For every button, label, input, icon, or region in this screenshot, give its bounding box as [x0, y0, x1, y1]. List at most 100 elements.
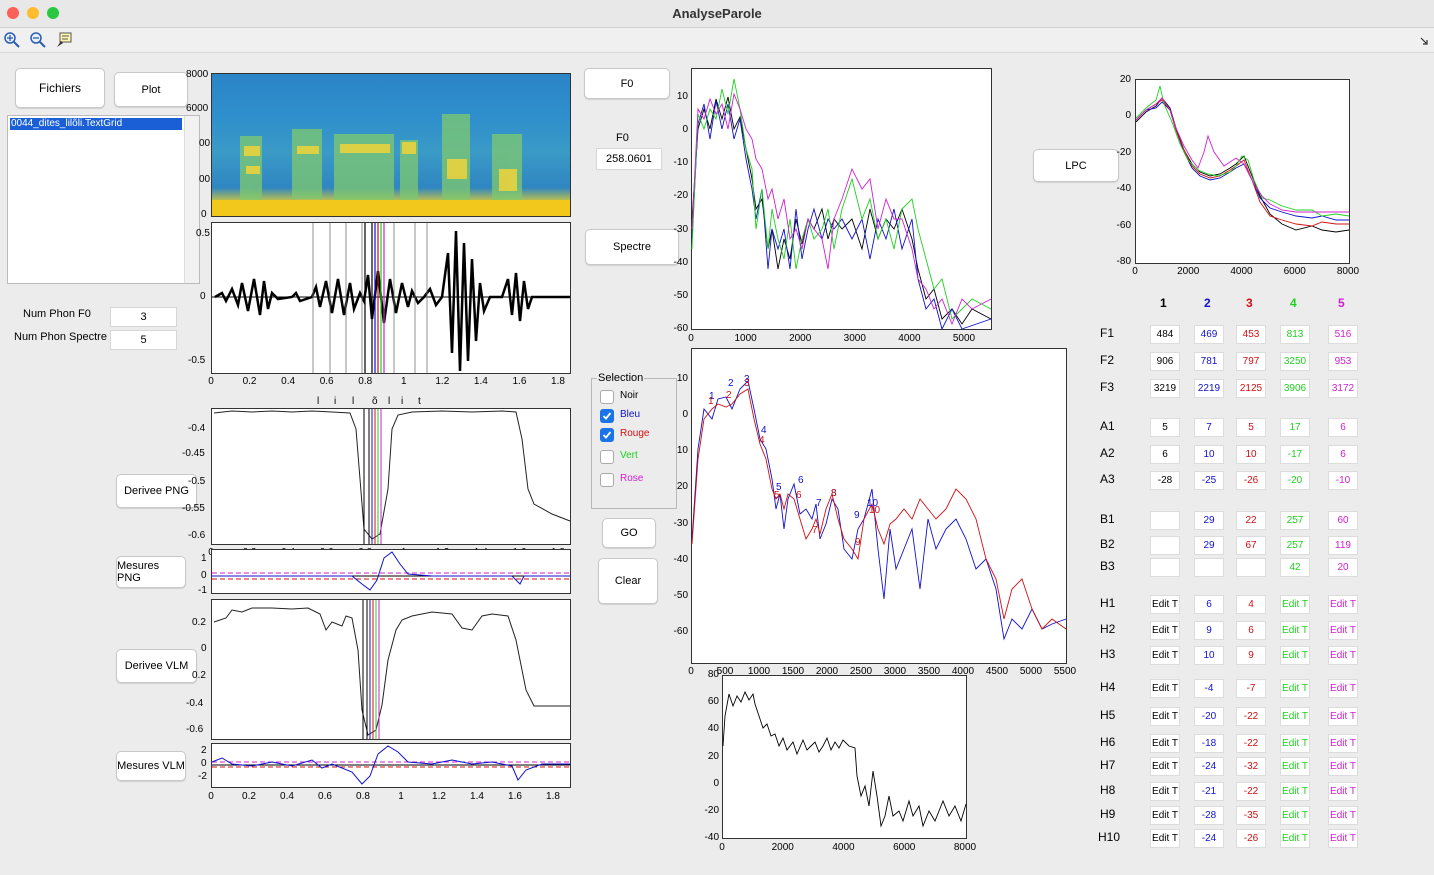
- selection-checkbox-bleu[interactable]: [600, 409, 614, 423]
- table-cell[interactable]: 67: [1236, 536, 1266, 555]
- edit-text-field[interactable]: Edit T: [1150, 757, 1180, 776]
- table-cell[interactable]: -32: [1236, 757, 1266, 776]
- table-cell[interactable]: 10: [1194, 646, 1224, 665]
- table-cell[interactable]: [1194, 558, 1224, 577]
- edit-text-field[interactable]: Edit T: [1150, 829, 1180, 848]
- zoom-out-icon[interactable]: [30, 32, 46, 48]
- table-cell[interactable]: 3172: [1328, 379, 1358, 398]
- table-cell[interactable]: 6: [1328, 445, 1358, 464]
- lpc-button[interactable]: LPC: [1033, 149, 1119, 182]
- table-cell[interactable]: 29: [1194, 511, 1224, 530]
- edit-text-field[interactable]: Edit T: [1150, 707, 1180, 726]
- edit-text-field[interactable]: Edit T: [1280, 782, 1310, 801]
- selection-checkbox-rouge[interactable]: [600, 428, 614, 442]
- edit-text-field[interactable]: Edit T: [1150, 679, 1180, 698]
- table-cell[interactable]: 60: [1328, 511, 1358, 530]
- table-cell[interactable]: 119: [1328, 536, 1358, 555]
- table-cell[interactable]: -24: [1194, 757, 1224, 776]
- edit-text-field[interactable]: Edit T: [1280, 707, 1310, 726]
- table-cell[interactable]: -18: [1194, 734, 1224, 753]
- file-list-scrollbar[interactable]: [184, 116, 199, 283]
- toolbar-expand-icon[interactable]: [1420, 37, 1428, 45]
- table-cell[interactable]: [1150, 536, 1180, 555]
- table-cell[interactable]: -4: [1194, 679, 1224, 698]
- go-button[interactable]: GO: [602, 518, 656, 548]
- table-cell[interactable]: 813: [1280, 325, 1310, 344]
- file-listbox[interactable]: 0044_dites_lilõli.TextGrid: [7, 115, 200, 284]
- derivee-vlm-button[interactable]: Derivee VLM: [116, 649, 197, 683]
- edit-text-field[interactable]: Edit T: [1280, 646, 1310, 665]
- table-cell[interactable]: -10: [1328, 471, 1358, 490]
- num-phon-f0-input[interactable]: 3: [110, 307, 177, 327]
- fichiers-button[interactable]: Fichiers: [15, 68, 105, 108]
- table-cell[interactable]: -22: [1236, 734, 1266, 753]
- table-cell[interactable]: [1150, 558, 1180, 577]
- table-cell[interactable]: 29: [1194, 536, 1224, 555]
- table-cell[interactable]: 7: [1194, 418, 1224, 437]
- table-cell[interactable]: 453: [1236, 325, 1266, 344]
- table-cell[interactable]: -20: [1194, 707, 1224, 726]
- table-cell[interactable]: [1236, 558, 1266, 577]
- edit-text-field[interactable]: Edit T: [1150, 782, 1180, 801]
- spectre-button[interactable]: Spectre: [585, 229, 679, 265]
- table-cell[interactable]: 797: [1236, 352, 1266, 371]
- edit-text-field[interactable]: Edit T: [1328, 757, 1358, 776]
- table-cell[interactable]: 20: [1328, 558, 1358, 577]
- table-cell[interactable]: 469: [1194, 325, 1224, 344]
- table-cell[interactable]: -26: [1236, 829, 1266, 848]
- edit-text-field[interactable]: Edit T: [1328, 707, 1358, 726]
- table-cell[interactable]: -26: [1236, 471, 1266, 490]
- mesures-png-button[interactable]: Mesures PNG: [116, 556, 186, 588]
- table-cell[interactable]: -7: [1236, 679, 1266, 698]
- table-cell[interactable]: [1150, 511, 1180, 530]
- table-cell[interactable]: 10: [1236, 445, 1266, 464]
- edit-text-field[interactable]: Edit T: [1280, 757, 1310, 776]
- table-cell[interactable]: 3219: [1150, 379, 1180, 398]
- table-cell[interactable]: 4: [1236, 595, 1266, 614]
- table-cell[interactable]: 484: [1150, 325, 1180, 344]
- selection-checkbox-rose[interactable]: [600, 473, 614, 487]
- edit-text-field[interactable]: Edit T: [1150, 806, 1180, 825]
- mesures-vlm-button[interactable]: Mesures VLM: [116, 751, 186, 781]
- plot-button[interactable]: Plot: [114, 72, 188, 107]
- edit-text-field[interactable]: Edit T: [1328, 595, 1358, 614]
- table-cell[interactable]: 257: [1280, 536, 1310, 555]
- table-cell[interactable]: -17: [1280, 445, 1310, 464]
- selection-checkbox-vert[interactable]: [600, 450, 614, 464]
- table-cell[interactable]: -22: [1236, 707, 1266, 726]
- zoom-in-icon[interactable]: [4, 32, 20, 48]
- table-cell[interactable]: -21: [1194, 782, 1224, 801]
- table-cell[interactable]: 5: [1236, 418, 1266, 437]
- edit-text-field[interactable]: Edit T: [1280, 806, 1310, 825]
- table-cell[interactable]: -22: [1236, 782, 1266, 801]
- edit-text-field[interactable]: Edit T: [1280, 595, 1310, 614]
- table-cell[interactable]: 953: [1328, 352, 1358, 371]
- table-cell[interactable]: 3906: [1280, 379, 1310, 398]
- table-cell[interactable]: 9: [1194, 621, 1224, 640]
- edit-text-field[interactable]: Edit T: [1280, 679, 1310, 698]
- table-cell[interactable]: 781: [1194, 352, 1224, 371]
- table-cell[interactable]: 2125: [1236, 379, 1266, 398]
- edit-text-field[interactable]: Edit T: [1328, 829, 1358, 848]
- table-cell[interactable]: 6: [1194, 595, 1224, 614]
- table-cell[interactable]: -28: [1150, 471, 1180, 490]
- selection-checkbox-noir[interactable]: [600, 390, 614, 404]
- table-cell[interactable]: 42: [1280, 558, 1310, 577]
- table-cell[interactable]: -20: [1280, 471, 1310, 490]
- table-cell[interactable]: 9: [1236, 646, 1266, 665]
- edit-text-field[interactable]: Edit T: [1328, 621, 1358, 640]
- edit-text-field[interactable]: Edit T: [1280, 621, 1310, 640]
- table-cell[interactable]: 3250: [1280, 352, 1310, 371]
- table-cell[interactable]: 5: [1150, 418, 1180, 437]
- edit-text-field[interactable]: Edit T: [1280, 734, 1310, 753]
- num-phon-spectre-input[interactable]: 5: [110, 330, 177, 350]
- edit-text-field[interactable]: Edit T: [1328, 646, 1358, 665]
- table-cell[interactable]: 906: [1150, 352, 1180, 371]
- table-cell[interactable]: -35: [1236, 806, 1266, 825]
- edit-text-field[interactable]: Edit T: [1150, 646, 1180, 665]
- table-cell[interactable]: 6: [1236, 621, 1266, 640]
- edit-text-field[interactable]: Edit T: [1150, 595, 1180, 614]
- file-list-item[interactable]: 0044_dites_lilõli.TextGrid: [10, 118, 182, 130]
- table-cell[interactable]: 257: [1280, 511, 1310, 530]
- table-cell[interactable]: 2219: [1194, 379, 1224, 398]
